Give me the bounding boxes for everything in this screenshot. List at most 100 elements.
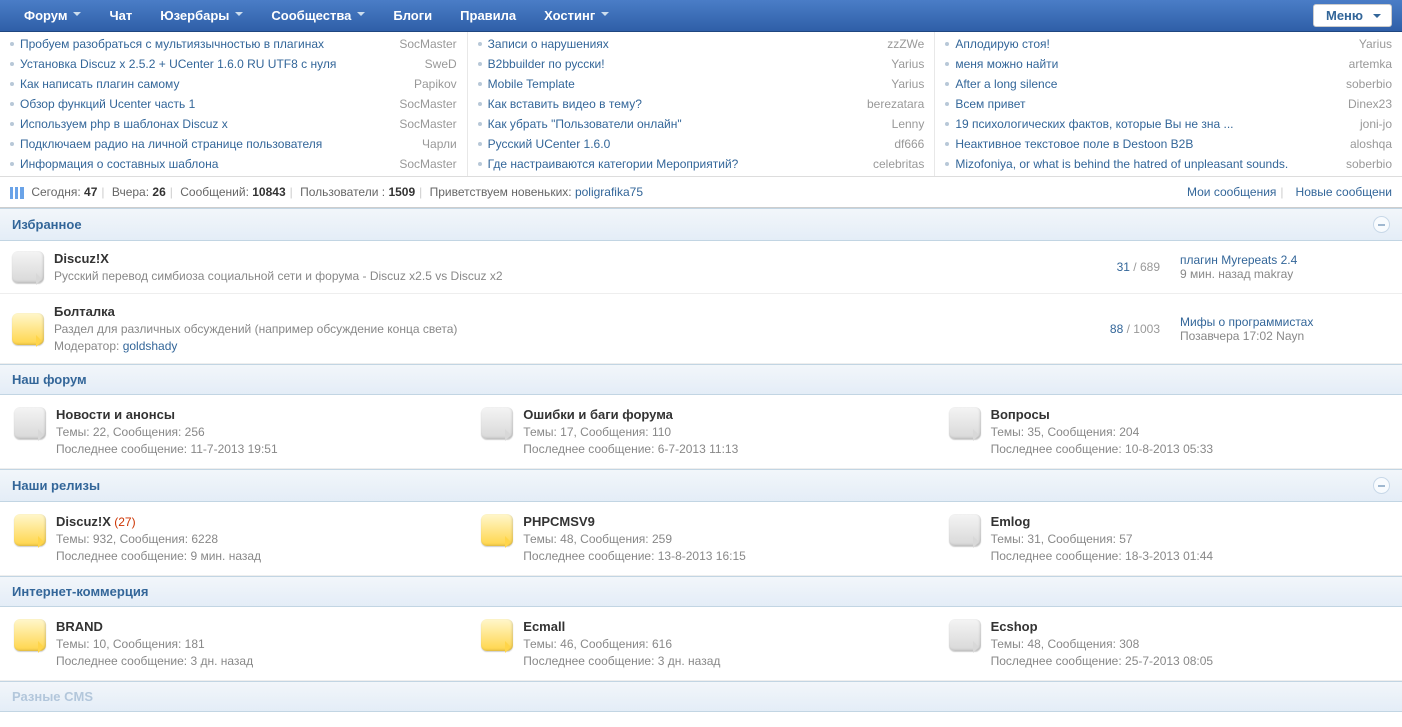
recent-author: SweD: [425, 57, 457, 71]
recent-link[interactable]: Всем привет: [955, 97, 1340, 111]
recent-link[interactable]: B2bbuilder по русски!: [488, 57, 884, 71]
lastpost-link[interactable]: Мифы о программистах: [1180, 315, 1390, 329]
recent-link[interactable]: Русский UCenter 1.6.0: [488, 137, 887, 151]
category-commerce: Интернет-коммерция: [0, 576, 1402, 607]
nav-communities[interactable]: Сообщества: [257, 0, 379, 32]
bullet-icon: [10, 122, 14, 126]
category-title: Наш форум: [12, 372, 87, 387]
nav-blogs[interactable]: Блоги: [379, 0, 446, 32]
recent-link[interactable]: Как написать плагин самому: [20, 77, 406, 91]
recent-row: Информация о составных шаблона SocMaster: [0, 154, 467, 174]
recent-link[interactable]: Установка Discuz x 2.5.2 + UCenter 1.6.0…: [20, 57, 417, 71]
recent-author: SocMaster: [399, 157, 456, 171]
forum-info: Ошибки и баги форума Темы: 17, Сообщения…: [523, 407, 920, 456]
forum-lastpost: Последнее сообщение: 25-7-2013 08:05: [991, 654, 1388, 668]
recent-link[interactable]: меня можно найти: [955, 57, 1340, 71]
collapse-icon[interactable]: [1373, 477, 1390, 494]
new-posts-link[interactable]: Новые сообщени: [1296, 185, 1392, 199]
recent-link[interactable]: Информация о составных шаблона: [20, 157, 391, 171]
forum-title-link[interactable]: Ecmall: [523, 619, 565, 634]
forum-title-link[interactable]: Новости и анонсы: [56, 407, 175, 422]
forum-sub: Темы: 31, Сообщения: 57: [991, 532, 1388, 546]
recent-col-3: Аплодирую стоя!Yariusменя можно найтиart…: [935, 32, 1402, 176]
forum-icon: [481, 407, 513, 439]
stat-newuser-link[interactable]: poligrafika75: [575, 185, 643, 199]
forum-grid-2: Новости и анонсы Темы: 22, Сообщения: 25…: [0, 395, 1402, 469]
forum-cell: Discuz!X (27)Темы: 932, Сообщения: 6228П…: [0, 502, 467, 575]
forum-info: Вопросы Темы: 35, Сообщения: 204Последне…: [991, 407, 1388, 456]
recent-link[interactable]: Пробуем разобраться с мультиязычностью в…: [20, 37, 391, 51]
forum-cell: Ecmall Темы: 46, Сообщения: 616Последнее…: [467, 607, 934, 680]
recent-link[interactable]: Записи о нарушениях: [488, 37, 880, 51]
bullet-icon: [945, 82, 949, 86]
recent-link[interactable]: Как убрать "Пользователи онлайн": [488, 117, 884, 131]
forum-sub: Темы: 48, Сообщения: 308: [991, 637, 1388, 651]
bullet-icon: [478, 102, 482, 106]
forum-last: плагин Myrepeats 2.49 мин. назад makray: [1180, 253, 1390, 281]
recent-link[interactable]: Как вставить видео в тему?: [488, 97, 859, 111]
recent-row: 19 психологических фактов, которые Вы не…: [935, 114, 1402, 134]
forum-title-link[interactable]: PHPCMSV9: [523, 514, 595, 529]
mod-link[interactable]: goldshady: [123, 339, 178, 353]
forum-title-link[interactable]: Emlog: [991, 514, 1031, 529]
forum-title-link[interactable]: Discuz!X: [56, 514, 111, 529]
forum-lastpost: Последнее сообщение: 9 мин. назад: [56, 549, 453, 563]
forum-title-link[interactable]: Ecshop: [991, 619, 1038, 634]
stats-left: Сегодня: 47| Вчера: 26| Сообщений: 10843…: [10, 185, 643, 199]
forum-title-link[interactable]: BRAND: [56, 619, 103, 634]
recent-link[interactable]: 19 психологических фактов, которые Вы не…: [955, 117, 1352, 131]
forum-title-link[interactable]: Вопросы: [991, 407, 1050, 422]
nav-chat[interactable]: Чат: [95, 0, 146, 32]
stat-today-label: Сегодня:: [31, 185, 80, 199]
recent-link[interactable]: Обзор функций Ucenter часть 1: [20, 97, 391, 111]
recent-link[interactable]: Аплодирую стоя!: [955, 37, 1351, 51]
my-posts-link[interactable]: Мои сообщения: [1187, 185, 1276, 199]
forum-cell: Emlog Темы: 31, Сообщения: 57Последнее с…: [935, 502, 1402, 575]
forum-icon: [949, 407, 981, 439]
bullet-icon: [945, 62, 949, 66]
recent-link[interactable]: Mobile Template: [488, 77, 884, 91]
bullet-icon: [945, 122, 949, 126]
forum-info: Discuz!X (27)Темы: 932, Сообщения: 6228П…: [56, 514, 453, 563]
recent-link[interactable]: Где настраиваются категории Мероприятий?: [488, 157, 865, 171]
nav-hosting[interactable]: Хостинг: [530, 0, 623, 32]
forum-moderator: Модератор: goldshady: [54, 339, 1020, 353]
recent-link[interactable]: Используем php в шаблонах Discuz x: [20, 117, 391, 131]
forum-title-link[interactable]: Болталка: [54, 304, 115, 319]
recent-author: Yarius: [891, 57, 924, 71]
bullet-icon: [478, 142, 482, 146]
stats-right: Мои сообщения|Новые сообщени: [1179, 185, 1392, 199]
recent-row: Обзор функций Ucenter часть 1SocMaster: [0, 94, 467, 114]
topbar: Форум Чат Юзербары Сообщества Блоги Прав…: [0, 0, 1402, 32]
nav-rules[interactable]: Правила: [446, 0, 530, 32]
bullet-icon: [10, 162, 14, 166]
recent-link[interactable]: After a long silence: [955, 77, 1338, 91]
menu-button[interactable]: Меню: [1313, 4, 1392, 27]
lastpost-link[interactable]: плагин Myrepeats 2.4: [1180, 253, 1390, 267]
nav-forum[interactable]: Форум: [10, 0, 95, 32]
recent-link[interactable]: Неактивное текстовое поле в Destoon B2B: [955, 137, 1342, 151]
main-nav: Форум Чат Юзербары Сообщества Блоги Прав…: [10, 0, 623, 32]
forum-info: Новости и анонсы Темы: 22, Сообщения: 25…: [56, 407, 453, 456]
forum-posts: 1003: [1133, 322, 1160, 336]
recent-row: меня можно найтиartemka: [935, 54, 1402, 74]
recent-link[interactable]: Подключаем радио на личной странице поль…: [20, 137, 414, 151]
forum-lastpost: Последнее сообщение: 10-8-2013 05:33: [991, 442, 1388, 456]
today-count: (27): [114, 515, 135, 529]
bullet-icon: [10, 42, 14, 46]
forum-icon: [481, 514, 513, 546]
collapse-icon[interactable]: [1373, 216, 1390, 233]
nav-userbars[interactable]: Юзербары: [146, 0, 257, 32]
forum-title-link[interactable]: Ошибки и баги форума: [523, 407, 673, 422]
recent-author: joni-jo: [1360, 117, 1392, 131]
recent-link[interactable]: Mizofoniya, or what is behind the hatred…: [955, 157, 1338, 171]
forum-last: Мифы о программистахПозавчера 17:02 Nayn: [1180, 315, 1390, 343]
forum-desc: Русский перевод симбиоза социальной сети…: [54, 269, 1020, 283]
forum-topics: 31: [1117, 260, 1130, 274]
forum-row-discuzx: Discuz!X Русский перевод симбиоза социал…: [0, 241, 1402, 294]
forum-title-link[interactable]: Discuz!X: [54, 251, 109, 266]
category-favorites: Избранное: [0, 208, 1402, 241]
forum-stats: 88 / 1003: [1040, 322, 1160, 336]
lastpost-time: 9 мин. назад makray: [1180, 267, 1293, 281]
recent-row: B2bbuilder по русски! Yarius: [468, 54, 935, 74]
